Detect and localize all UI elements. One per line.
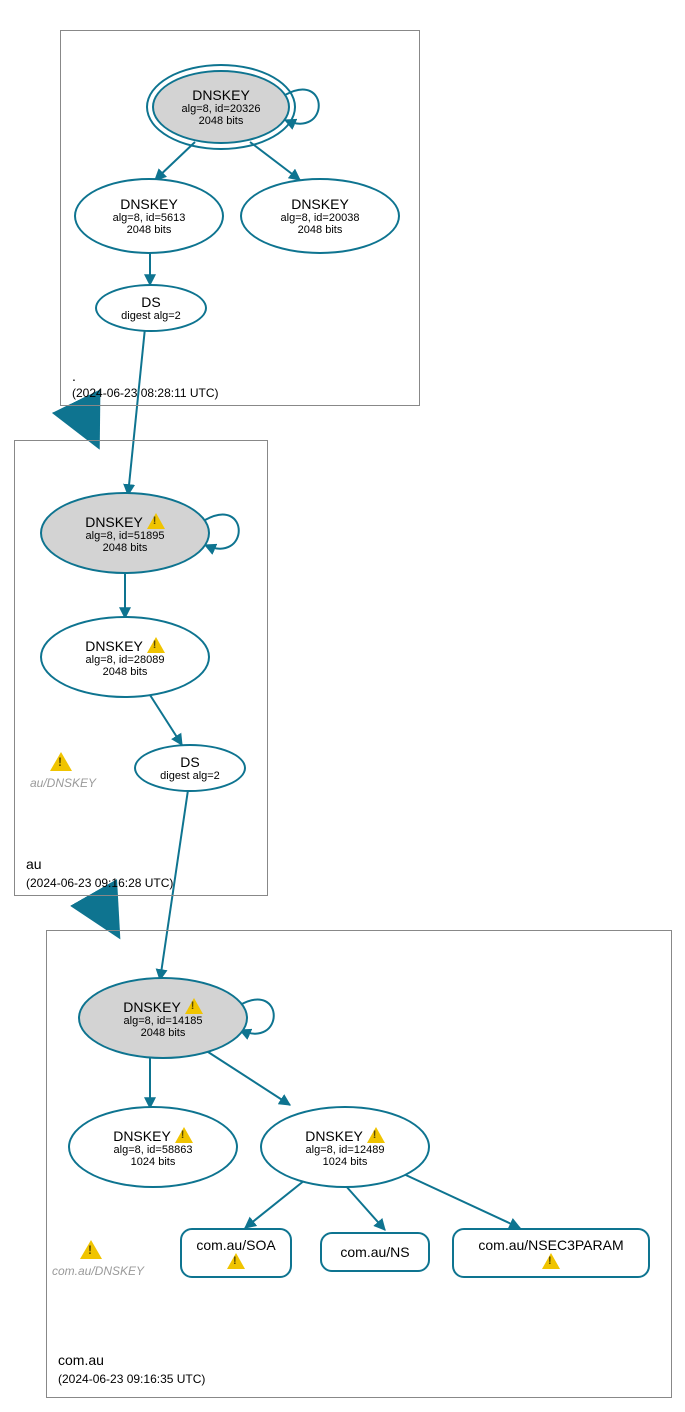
node-comau-soa: com.au/SOA xyxy=(180,1228,292,1278)
zone-root-label: . xyxy=(72,368,76,384)
node-line2: 2048 bits xyxy=(298,224,343,236)
node-line2: 2048 bits xyxy=(103,542,148,554)
node-title: DNSKEY xyxy=(120,196,178,212)
node-au-zsk: DNSKEY alg=8, id=28089 2048 bits xyxy=(40,616,210,698)
warning-icon xyxy=(542,1253,560,1269)
node-au-ds: DS digest alg=2 xyxy=(134,744,246,792)
node-title: DNSKEY xyxy=(113,1127,193,1144)
warning-icon xyxy=(367,1127,385,1143)
node-root-ksk: DNSKEY alg=8, id=20326 2048 bits xyxy=(152,70,290,144)
node-line2: 2048 bits xyxy=(199,115,244,127)
node-title: DNSKEY xyxy=(123,998,203,1015)
node-line1: alg=8, id=28089 xyxy=(86,654,165,666)
warning-icon xyxy=(185,998,203,1014)
node-title: DNSKEY xyxy=(85,513,165,530)
node-line1: digest alg=2 xyxy=(160,770,220,782)
node-line2: 2048 bits xyxy=(103,666,148,678)
warning-icon xyxy=(147,513,165,529)
warning-icon xyxy=(80,1240,102,1259)
node-line1: alg=8, id=20038 xyxy=(281,212,360,224)
dnssec-graph: . (2024-06-23 08:28:11 UTC) DNSKEY alg=8… xyxy=(0,0,685,1412)
node-comau-ksk: DNSKEY alg=8, id=14185 2048 bits xyxy=(78,977,248,1059)
node-title: com.au/SOA xyxy=(196,1237,275,1253)
node-title: DNSKEY xyxy=(192,87,250,103)
node-line1: alg=8, id=20326 xyxy=(182,103,261,115)
node-line1: alg=8, id=5613 xyxy=(113,212,186,224)
zone-comau-label: com.au xyxy=(58,1352,104,1368)
node-line1: digest alg=2 xyxy=(121,310,181,322)
node-comau-zsk1: DNSKEY alg=8, id=58863 1024 bits xyxy=(68,1106,238,1188)
node-comau-ns: com.au/NS xyxy=(320,1232,430,1272)
node-line2: 2048 bits xyxy=(127,224,172,236)
node-title: com.au/NSEC3PARAM xyxy=(478,1237,623,1253)
node-line2: 1024 bits xyxy=(323,1156,368,1168)
node-au-ksk: DNSKEY alg=8, id=51895 2048 bits xyxy=(40,492,210,574)
node-root-zsk1: DNSKEY alg=8, id=5613 2048 bits xyxy=(74,178,224,254)
node-line1: alg=8, id=58863 xyxy=(114,1144,193,1156)
zone-comau-timestamp: (2024-06-23 09:16:35 UTC) xyxy=(58,1372,205,1386)
node-line2: 2048 bits xyxy=(141,1027,186,1039)
node-title: com.au/NS xyxy=(340,1244,409,1260)
node-line1: alg=8, id=14185 xyxy=(124,1015,203,1027)
zone-au-timestamp: (2024-06-23 09:16:28 UTC) xyxy=(26,876,173,890)
warning-icon xyxy=(227,1253,245,1269)
warning-icon xyxy=(147,637,165,653)
node-title: DS xyxy=(141,294,160,310)
zone-root-timestamp: (2024-06-23 08:28:11 UTC) xyxy=(72,386,219,400)
node-title: DNSKEY xyxy=(85,637,165,654)
zone-au-label: au xyxy=(26,856,42,872)
node-comau-zsk2: DNSKEY alg=8, id=12489 1024 bits xyxy=(260,1106,430,1188)
node-title: DS xyxy=(180,754,199,770)
warn-label-au: au/DNSKEY xyxy=(30,776,96,790)
node-line2: 1024 bits xyxy=(131,1156,176,1168)
node-title: DNSKEY xyxy=(305,1127,385,1144)
node-title: DNSKEY xyxy=(291,196,349,212)
warn-label-comau: com.au/DNSKEY xyxy=(52,1264,144,1278)
node-line1: alg=8, id=12489 xyxy=(306,1144,385,1156)
warning-icon xyxy=(50,752,72,771)
node-root-ds: DS digest alg=2 xyxy=(95,284,207,332)
warning-icon xyxy=(175,1127,193,1143)
node-comau-nsec: com.au/NSEC3PARAM xyxy=(452,1228,650,1278)
node-root-zsk2: DNSKEY alg=8, id=20038 2048 bits xyxy=(240,178,400,254)
node-line1: alg=8, id=51895 xyxy=(86,530,165,542)
